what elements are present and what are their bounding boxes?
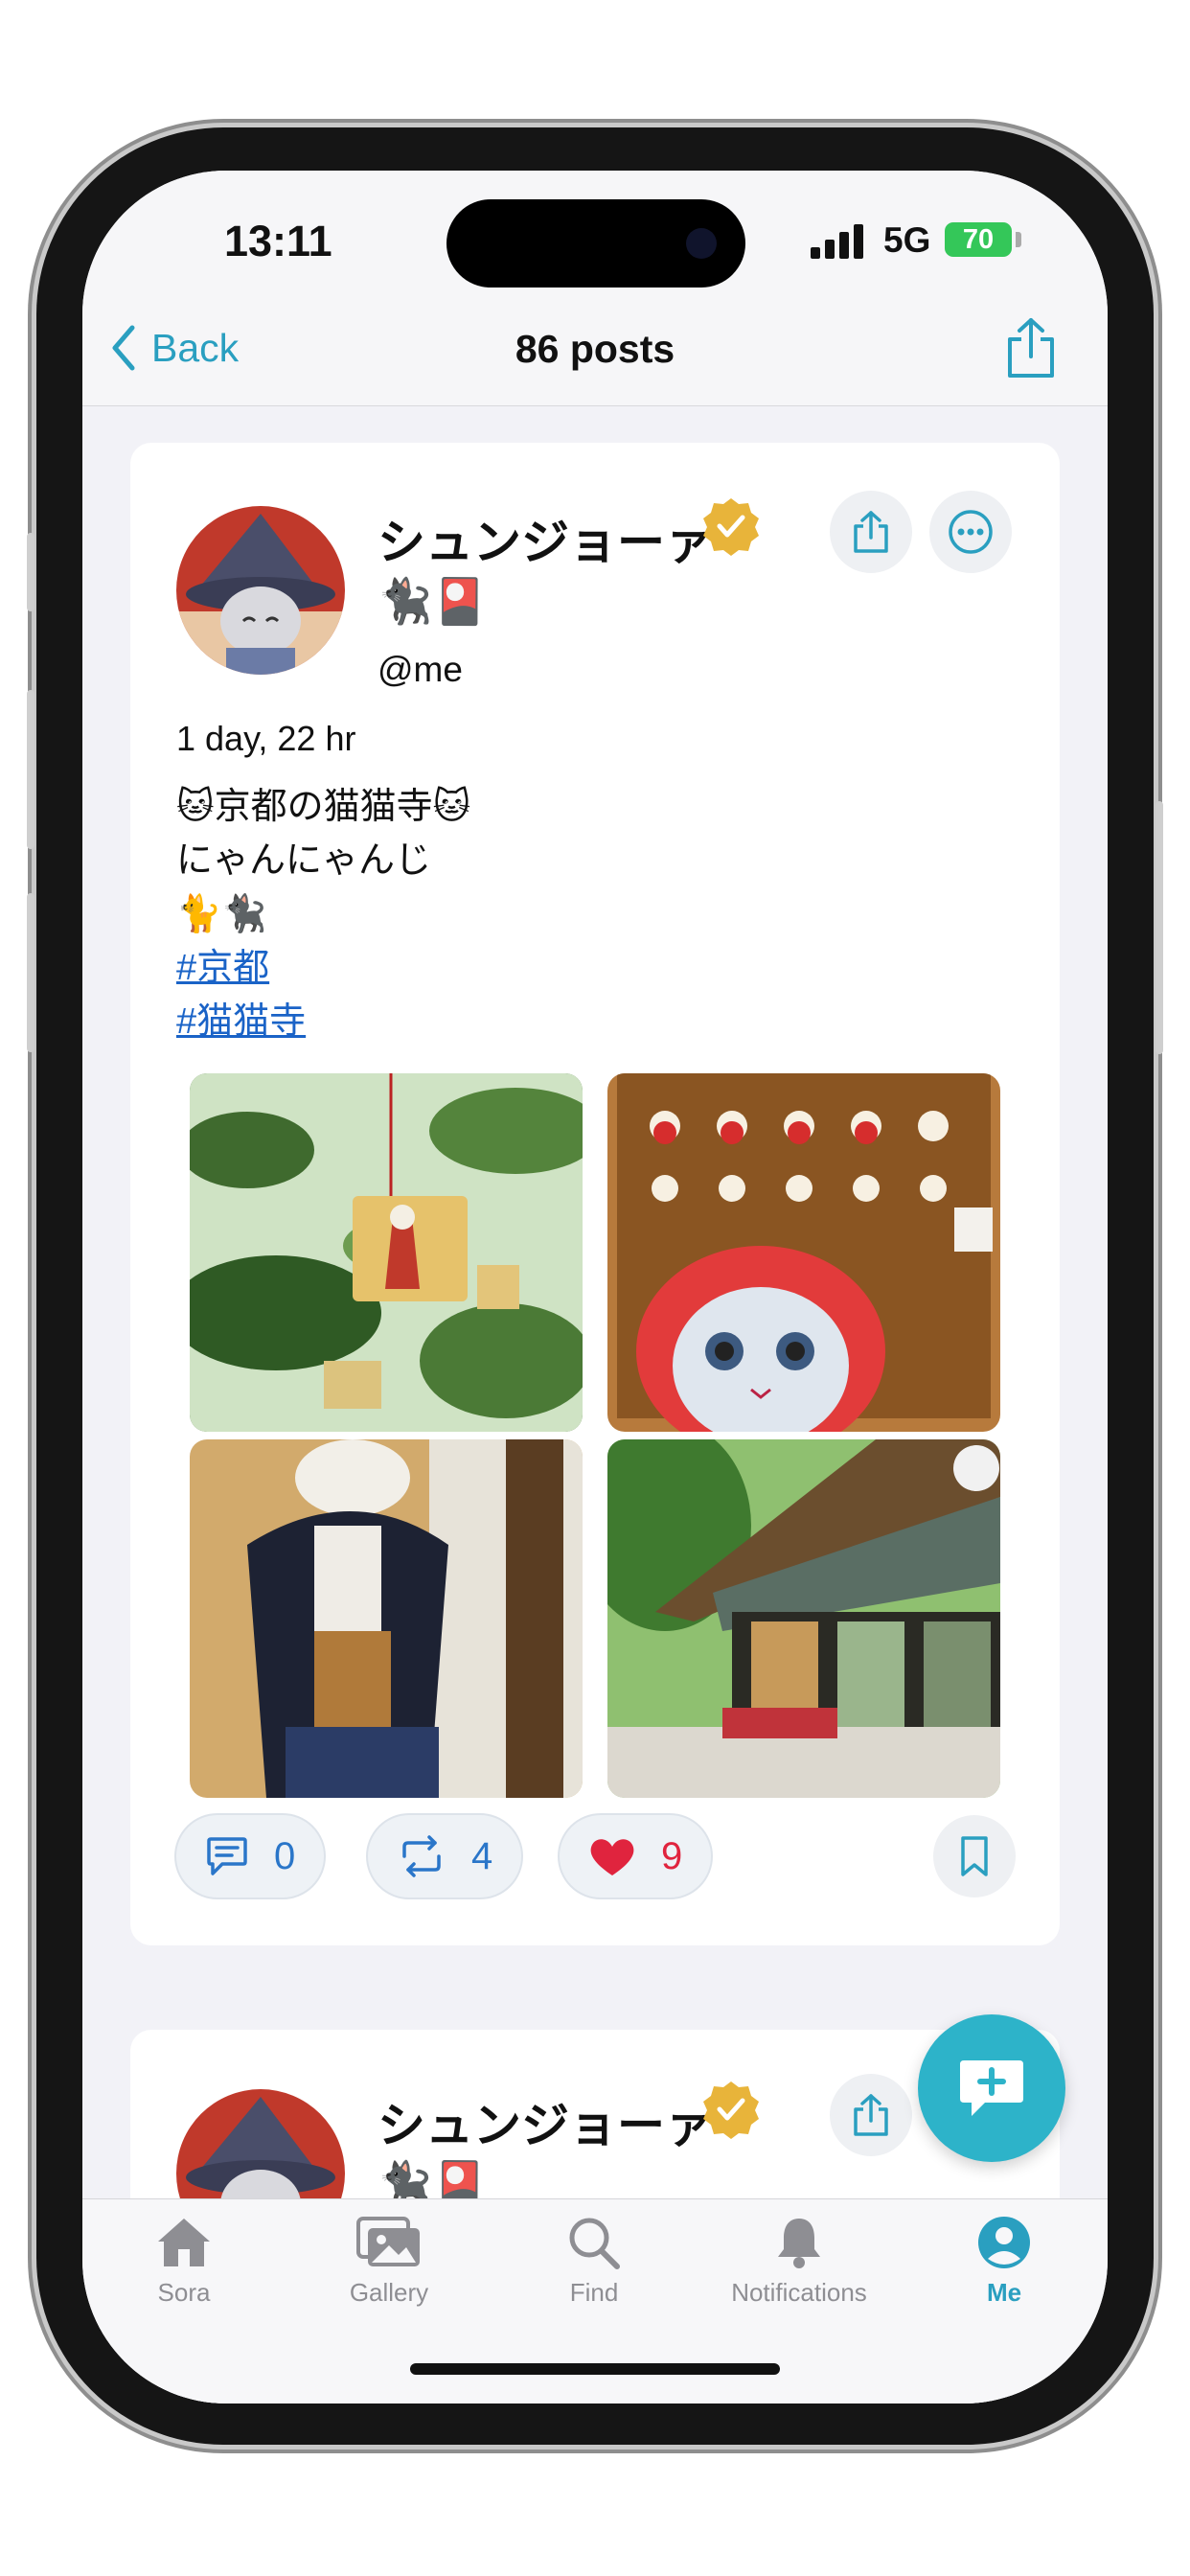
- like-count: 9: [661, 1834, 683, 1877]
- tab-notifications[interactable]: Notifications: [703, 2215, 895, 2308]
- repost-icon: [402, 1835, 441, 1877]
- share-icon[interactable]: [1004, 316, 1058, 380]
- tab-label: Me: [986, 2278, 1022, 2307]
- compose-bubble-icon: [960, 2060, 1023, 2116]
- battery-tip: [1016, 232, 1021, 247]
- home-indicator: [410, 2363, 780, 2375]
- power-button: [1156, 801, 1163, 1054]
- network-type: 5G: [883, 220, 931, 260]
- photos-icon: [356, 2217, 420, 2266]
- username[interactable]: シュンジョーァ: [378, 2087, 713, 2156]
- post-timestamp: 1 day, 22 hr: [176, 719, 356, 758]
- dynamic-island: [446, 199, 745, 288]
- bookmark-button[interactable]: [933, 1815, 1016, 1898]
- post-line: 🐱京都の猫猫寺🐱: [176, 787, 471, 827]
- page-title: 86 posts: [515, 327, 675, 371]
- verified-badge-icon: [703, 498, 759, 556]
- tab-sora[interactable]: Sora: [88, 2215, 280, 2308]
- post-share-button[interactable]: [830, 491, 912, 573]
- comment-icon: [207, 1837, 247, 1875]
- tab-label: Find: [569, 2278, 619, 2307]
- post-line: にゃんにゃんじ: [176, 840, 432, 881]
- repost-count: 4: [471, 1834, 493, 1877]
- heart-icon: [590, 1839, 634, 1875]
- bell-icon: [778, 2219, 820, 2268]
- photo-ema-plaques[interactable]: [190, 1073, 583, 1432]
- status-time: 13:11: [224, 217, 332, 265]
- tab-label: Sora: [157, 2278, 211, 2307]
- magnifier-icon: [569, 2218, 620, 2269]
- hashtag-link[interactable]: #京都: [176, 948, 269, 988]
- battery-level: 70: [945, 222, 1012, 257]
- tab-gallery[interactable]: Gallery: [293, 2215, 485, 2308]
- photo-temple-shop[interactable]: [607, 1439, 1000, 1798]
- photo-maneki-shelf[interactable]: [607, 1073, 1000, 1432]
- action-button: [27, 533, 34, 611]
- top-bar: 13:11 5G 70 Back 86 posts: [82, 171, 1108, 406]
- tab-label: Notifications: [731, 2278, 867, 2307]
- person-circle-icon: [978, 2217, 1030, 2268]
- post-body: 🐱京都の猫猫寺🐱 にゃんにゃんじ 🐈🐈‍⬛ #京都 #猫猫寺: [176, 780, 470, 1048]
- reply-count: 0: [274, 1834, 296, 1877]
- tab-label: Gallery: [349, 2278, 429, 2307]
- bookmark-icon: [961, 1836, 988, 1876]
- screen: 13:11 5G 70 Back 86 posts: [82, 171, 1108, 2404]
- ellipsis-circle-icon: [949, 510, 993, 554]
- reply-button[interactable]: 0: [174, 1813, 327, 1899]
- hashtag-link[interactable]: #猫猫寺: [176, 1001, 306, 1042]
- photo-monk-robe[interactable]: [190, 1439, 583, 1798]
- repost-button[interactable]: 4: [366, 1813, 524, 1899]
- share-icon: [854, 2094, 888, 2136]
- volume-up-button: [27, 690, 34, 849]
- profile-emojis: 🐈‍⬛🎴: [378, 576, 488, 626]
- more-options-button[interactable]: [929, 491, 1012, 573]
- house-icon: [158, 2219, 210, 2266]
- avatar[interactable]: [176, 506, 345, 675]
- username[interactable]: シュンジョーァ: [378, 504, 713, 573]
- post-card[interactable]: シュンジョーァ 🐈‍⬛🎴 @me 1 day, 22 hr 🐱京都の猫猫: [130, 443, 1060, 1945]
- tab-find[interactable]: Find: [498, 2215, 690, 2308]
- verified-badge-icon: [703, 2082, 759, 2139]
- user-handle[interactable]: @me: [378, 650, 463, 690]
- share-icon: [854, 511, 888, 553]
- cellular-signal-icon: [811, 224, 863, 259]
- tab-me[interactable]: Me: [908, 2215, 1100, 2308]
- post-line: 🐈🐈‍⬛: [176, 894, 267, 934]
- volume-down-button: [27, 893, 34, 1052]
- like-button[interactable]: 9: [558, 1813, 714, 1899]
- post-share-button[interactable]: [830, 2074, 912, 2156]
- compose-button[interactable]: [918, 2014, 1065, 2162]
